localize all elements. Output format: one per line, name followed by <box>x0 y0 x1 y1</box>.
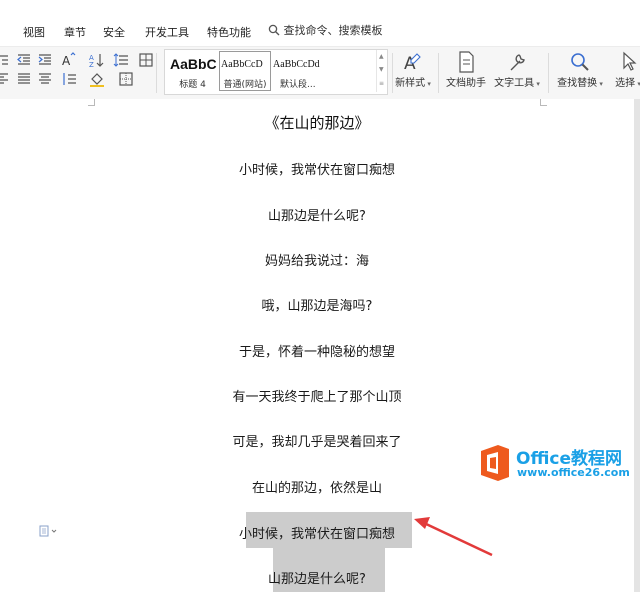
line-spacing-icon[interactable] <box>113 52 129 68</box>
increase-indent-icon[interactable] <box>37 52 53 68</box>
watermark-url: www.office26.com <box>517 466 630 479</box>
menu-developer-tools[interactable]: 开发工具 <box>145 24 189 40</box>
new-style-button[interactable]: A 新样式 ▾ <box>392 49 434 93</box>
style-heading-4[interactable]: AaBbC 标题 4 <box>166 51 219 91</box>
page-margin-corner <box>88 99 95 106</box>
style-label-default-paragraph: 默认段... <box>280 80 316 90</box>
office26-watermark: Office教程网 www.office26.com <box>476 437 640 487</box>
page-edge <box>634 99 640 592</box>
distributed-align-icon[interactable] <box>37 71 53 87</box>
style-normal-web[interactable]: AaBbCcD 普通(网站) <box>219 51 271 91</box>
new-style-icon: A <box>401 51 425 74</box>
svg-text:A: A <box>62 54 71 68</box>
menu-view[interactable]: 视图 <box>23 24 45 40</box>
command-search[interactable]: 查找命令、搜索模板 <box>268 22 383 38</box>
poem-line: 山那边是什么呢? <box>268 209 366 224</box>
style-gallery-scroll[interactable]: ▲ ▼ ≡ <box>376 50 387 92</box>
shading-fill-icon[interactable] <box>89 71 105 87</box>
style-gallery: AaBbC 标题 4 AaBbCcD 普通(网站) AaBbCcDd 默认段..… <box>164 49 388 95</box>
poem-line: 有一天我终于爬上了那个山顶 <box>232 390 402 405</box>
command-search-label: 查找命令、搜索模板 <box>283 24 383 37</box>
annotation-arrow <box>414 517 493 557</box>
table-layout-icon[interactable] <box>138 52 154 68</box>
ribbon-separator <box>156 53 157 93</box>
borders-icon[interactable] <box>118 71 134 87</box>
menu-chapter[interactable]: 章节 <box>64 24 86 40</box>
poem-line: 小时候，我常伏在窗口痴想 <box>238 163 395 178</box>
svg-text:Z: Z <box>89 61 94 68</box>
style-label-heading-4: 标题 4 <box>179 80 206 90</box>
text-tools-label: 文字工具 <box>494 78 535 89</box>
search-icon <box>268 24 280 36</box>
paragraph-layout-icon[interactable] <box>39 522 59 537</box>
document-area: 《在山的那边》 小时候，我常伏在窗口痴想 山那边是什么呢? 妈妈给我说过：海 哦… <box>0 99 640 592</box>
poem-line-highlighted[interactable]: 小时候，我常伏在窗口痴想 <box>0 523 634 542</box>
style-sample-default-paragraph: AaBbCcDd <box>273 59 320 70</box>
menu-bar: 视图 章节 安全 开发工具 特色功能 查找命令、搜索模板 <box>0 14 640 46</box>
poem-line: 妈妈给我说过：海 <box>264 254 369 269</box>
cursor-arrow-icon <box>616 51 640 73</box>
text-tools-button[interactable]: 文字工具 ▾ <box>492 49 542 93</box>
document-title: 《在山的那边》 <box>264 114 370 132</box>
wrench-icon <box>505 51 529 73</box>
doc-assistant-label: 文档助手 <box>446 78 486 89</box>
find-replace-button[interactable]: 查找替换 ▾ <box>554 49 606 93</box>
magnifier-icon <box>568 51 592 73</box>
style-sample-heading-4: AaBbC <box>170 56 217 72</box>
paragraph-spacing-icon[interactable] <box>61 71 77 87</box>
decrease-indent-icon[interactable] <box>16 52 32 68</box>
office-logo-icon <box>481 445 509 481</box>
poem-line: 哦，山那边是海吗? <box>261 299 373 314</box>
page-margin-corner <box>540 99 547 106</box>
menu-security[interactable]: 安全 <box>103 24 125 40</box>
poem-line-highlighted[interactable]: 山那边是什么呢? <box>0 568 634 587</box>
style-sample-normal-web: AaBbCcD <box>221 59 263 70</box>
align-left-icon[interactable] <box>0 71 10 87</box>
ribbon-separator <box>438 53 439 93</box>
menu-special-features[interactable]: 特色功能 <box>207 24 251 40</box>
align-justify-icon[interactable] <box>16 71 32 87</box>
font-size-adjust-icon[interactable]: A <box>61 52 77 68</box>
select-button[interactable]: 选择 ▾ <box>608 49 640 93</box>
select-label: 选择 <box>615 78 636 89</box>
document-icon <box>454 51 478 73</box>
doc-assistant-button[interactable]: 文档助手 <box>444 49 488 93</box>
style-default-paragraph[interactable]: AaBbCcDd 默认段... <box>271 51 375 91</box>
style-label-normal-web: 普通(网站) <box>223 80 267 90</box>
scroll-down-icon[interactable]: ▼ <box>379 66 384 73</box>
poem-line: 于是，怀着一种隐秘的想望 <box>238 345 395 360</box>
gallery-expand-icon[interactable]: ≡ <box>379 80 384 87</box>
ribbon-toolbar: A AZ AaBbC 标题 4 AaBbCcD 普通(网站) AaBbCcDd … <box>0 46 640 100</box>
new-style-label: 新样式 <box>395 78 426 89</box>
sort-icon[interactable]: AZ <box>89 52 105 68</box>
scroll-up-icon[interactable]: ▲ <box>379 53 384 60</box>
indent-icon[interactable] <box>0 52 10 68</box>
ribbon-separator <box>548 53 549 93</box>
document-page[interactable]: 《在山的那边》 小时候，我常伏在窗口痴想 山那边是什么呢? 妈妈给我说过：海 哦… <box>0 99 634 592</box>
find-replace-label: 查找替换 <box>557 78 598 89</box>
